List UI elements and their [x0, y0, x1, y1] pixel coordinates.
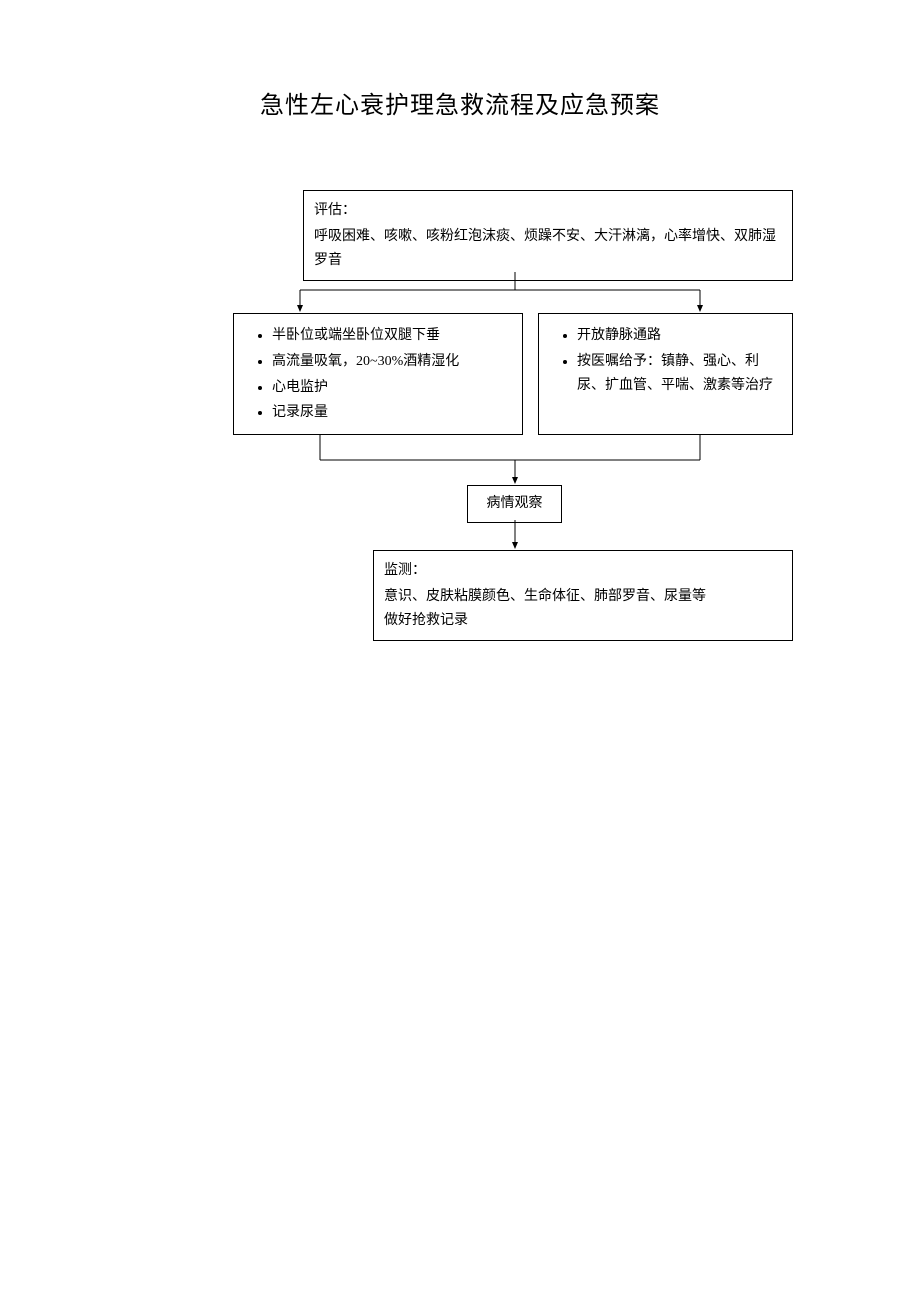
list-item: 半卧位或端坐卧位双腿下垂: [272, 324, 512, 348]
right-intervention-box: 开放静脉通路 按医嘱给予：镇静、强心、利尿、扩血管、平喘、激素等治疗: [538, 313, 793, 435]
assess-box: 评估： 呼吸困难、咳嗽、咳粉红泡沫痰、烦躁不安、大汗淋漓，心率增快、双肺湿罗音: [303, 190, 793, 281]
monitor-line1: 意识、皮肤粘膜颜色、生命体征、肺部罗音、尿量等: [384, 585, 782, 609]
list-item: 高流量吸氧，20~30%酒精湿化: [272, 350, 512, 374]
left-intervention-box: 半卧位或端坐卧位双腿下垂 高流量吸氧，20~30%酒精湿化 心电监护 记录尿量: [233, 313, 523, 435]
page-title: 急性左心衰护理急救流程及应急预案: [0, 0, 920, 120]
observe-text: 病情观察: [487, 496, 543, 511]
assess-text: 呼吸困难、咳嗽、咳粉红泡沫痰、烦躁不安、大汗淋漓，心率增快、双肺湿罗音: [314, 225, 782, 273]
monitor-box: 监测： 意识、皮肤粘膜颜色、生命体征、肺部罗音、尿量等 做好抢救记录: [373, 550, 793, 641]
observe-box: 病情观察: [467, 485, 562, 523]
monitor-line2: 做好抢救记录: [384, 609, 782, 633]
list-item: 记录尿量: [272, 401, 512, 425]
flowchart-container: 评估： 呼吸困难、咳嗽、咳粉红泡沫痰、烦躁不安、大汗淋漓，心率增快、双肺湿罗音 …: [0, 190, 920, 790]
monitor-label: 监测：: [384, 559, 782, 583]
list-item: 开放静脉通路: [577, 324, 782, 348]
assess-label: 评估：: [314, 199, 782, 223]
list-item: 心电监护: [272, 376, 512, 400]
list-item: 按医嘱给予：镇静、强心、利尿、扩血管、平喘、激素等治疗: [577, 350, 782, 398]
